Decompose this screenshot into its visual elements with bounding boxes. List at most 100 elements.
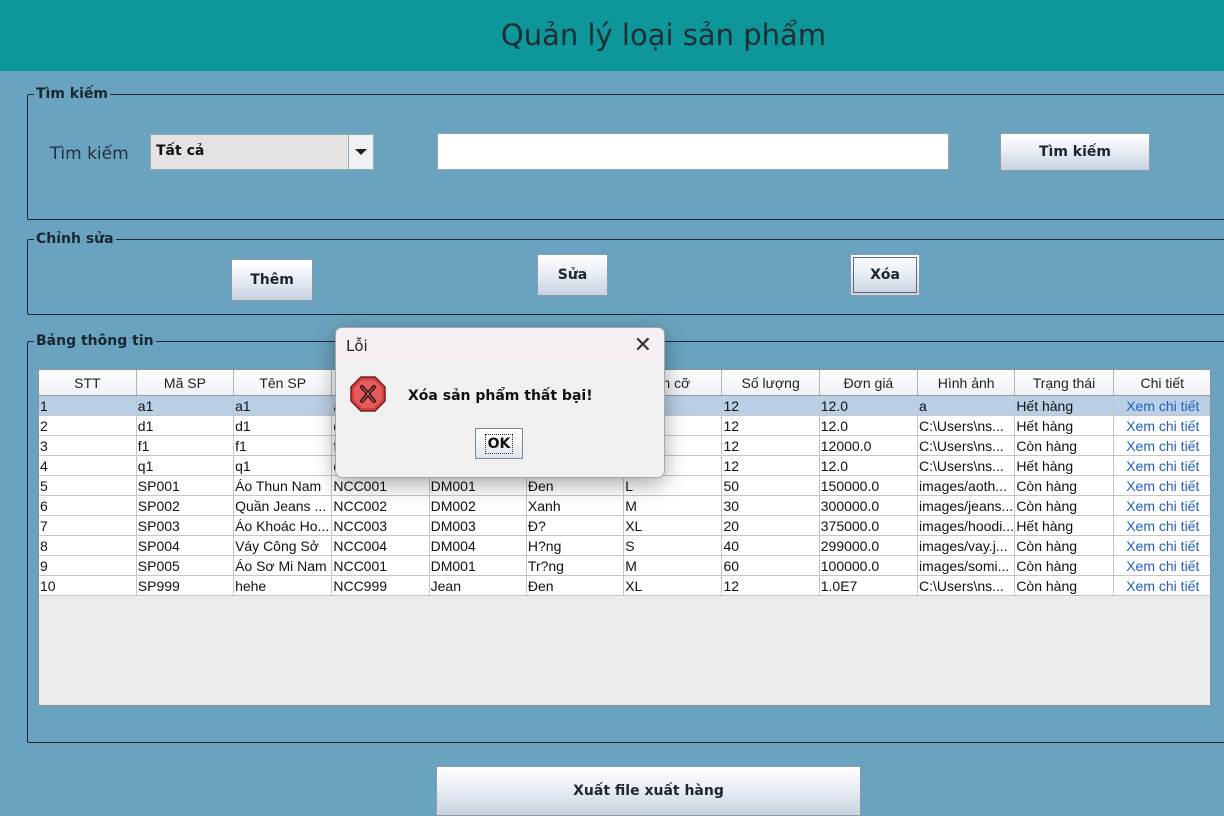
column-header[interactable]: Trạng thái	[1014, 370, 1114, 396]
table-cell: 1	[39, 395, 137, 416]
export-button[interactable]: Xuất file xuất hàng	[436, 766, 861, 816]
table-cell: 100000.0	[819, 555, 919, 576]
edit-group: Chỉnh sửa	[27, 231, 1224, 315]
view-detail-link[interactable]: Xem chi tiết	[1113, 515, 1210, 536]
column-header[interactable]: Mã SP	[136, 370, 235, 396]
table-cell: NCC999	[331, 575, 430, 596]
view-detail-link[interactable]: Xem chi tiết	[1113, 435, 1210, 456]
table-cell: 30	[721, 495, 820, 516]
table-cell: 8	[39, 535, 137, 556]
table-group-legend: Bảng thông tin	[36, 333, 154, 349]
table-cell: M	[623, 495, 723, 516]
table-cell: 12	[721, 575, 820, 596]
table-cell: 6	[39, 495, 137, 516]
add-button[interactable]: Thêm	[231, 259, 313, 301]
table-cell: 12.0	[819, 415, 919, 436]
view-detail-link[interactable]: Xem chi tiết	[1113, 495, 1210, 516]
search-button[interactable]: Tìm kiếm	[1000, 133, 1150, 171]
search-label: Tìm kiếm	[50, 144, 129, 164]
table-cell: 12	[721, 395, 820, 416]
table-cell: d1	[136, 415, 235, 436]
view-detail-link[interactable]: Xem chi tiết	[1113, 575, 1210, 596]
view-detail-link[interactable]: Xem chi tiết	[1113, 395, 1210, 416]
table-cell: 12.0	[819, 395, 919, 416]
view-detail-link[interactable]: Xem chi tiết	[1113, 475, 1210, 496]
table-cell: 2	[39, 415, 137, 436]
table-cell: d1	[233, 415, 333, 436]
table-cell: Đen	[526, 475, 625, 496]
table-cell: Còn hàng	[1014, 495, 1114, 516]
table-cell: Hết hàng	[1014, 515, 1114, 536]
table-cell: SP001	[136, 475, 235, 496]
table-cell: NCC003	[331, 515, 430, 536]
table-cell: Còn hàng	[1014, 575, 1114, 596]
view-detail-link[interactable]: Xem chi tiết	[1113, 415, 1210, 436]
table-cell: DM003	[429, 515, 527, 536]
table-cell: Áo Khoác Ho...	[233, 515, 333, 536]
table-cell: 299000.0	[819, 535, 919, 556]
view-detail-link[interactable]: Xem chi tiết	[1113, 535, 1210, 556]
error-dialog: Lỗi ✕ Xóa sản phẩm thất bại! OK	[335, 327, 665, 478]
view-detail-link[interactable]: Xem chi tiết	[1113, 455, 1210, 476]
table-row[interactable]: 9 SP005 Áo Sơ Mi Nam NCC001 DM001 Tr?ng M 60 100…	[39, 555, 1210, 576]
dialog-title: Lỗi	[346, 337, 368, 355]
dialog-message: Xóa sản phẩm thất bại!	[408, 388, 593, 404]
table-cell: f1	[136, 435, 235, 456]
ok-button[interactable]: OK	[475, 428, 523, 459]
delete-button[interactable]: Xóa	[850, 254, 920, 296]
search-input[interactable]	[437, 133, 949, 170]
column-header[interactable]: Đơn giá	[819, 370, 919, 396]
table-cell: a1	[233, 395, 333, 416]
table-cell: NCC001	[331, 475, 430, 496]
table-cell: hehe	[233, 575, 333, 596]
table-cell: C:\Users\ns...	[917, 575, 1016, 596]
table-cell: Tr?ng	[526, 555, 625, 576]
table-row[interactable]: 5 SP001 Áo Thun Nam NCC001 DM001 Đen L 50 150000…	[39, 475, 1210, 496]
table-row[interactable]: 7 SP003 Áo Khoác Ho... NCC003 DM003 Đ? XL 20 375…	[39, 515, 1210, 536]
table-cell: 60	[721, 555, 820, 576]
page-title: Quản lý loại sản phẩm	[500, 17, 827, 52]
table-cell: Hết hàng	[1014, 415, 1114, 436]
table-cell: 300000.0	[819, 495, 919, 516]
table-cell: images/hoodi...	[917, 515, 1016, 536]
search-group-legend: Tìm kiếm	[36, 86, 109, 102]
table-cell: 20	[721, 515, 820, 536]
table-cell: NCC004	[331, 535, 430, 556]
search-filter-combo[interactable]: Tất cả	[150, 134, 374, 170]
table-cell: Còn hàng	[1014, 535, 1114, 556]
column-header[interactable]: Tên SP	[233, 370, 333, 396]
table-cell: q1	[233, 455, 333, 476]
search-filter-value: Tất cả	[156, 143, 205, 159]
table-cell: SP005	[136, 555, 235, 576]
table-cell: Váy Công Sở	[233, 535, 333, 556]
table-row[interactable]: 8 SP004 Váy Công Sở NCC004 DM004 H?ng S 40 29900…	[39, 535, 1210, 556]
table-cell: images/aoth...	[917, 475, 1016, 496]
table-row[interactable]: 10 SP999 hehe NCC999 Jean Đen XL 12 1.0E7 C:\User…	[39, 575, 1210, 596]
column-header[interactable]: Chi tiết	[1113, 370, 1210, 396]
table-cell: XL	[623, 515, 723, 536]
chevron-down-icon[interactable]	[348, 135, 373, 169]
error-icon	[350, 376, 386, 416]
update-button[interactable]: Sửa	[537, 254, 608, 296]
edit-group-legend: Chỉnh sửa	[36, 231, 114, 247]
table-cell: 12	[721, 435, 820, 456]
table-cell: H?ng	[526, 535, 625, 556]
table-cell: M	[623, 555, 723, 576]
table-cell: 9	[39, 555, 137, 576]
table-cell: 50	[721, 475, 820, 496]
table-cell: a	[917, 395, 1016, 416]
table-cell: Còn hàng	[1014, 435, 1114, 456]
table-cell: DM001	[429, 555, 527, 576]
table-cell: 5	[39, 475, 137, 496]
column-header[interactable]: Số lượng	[721, 370, 820, 396]
table-cell: NCC001	[331, 555, 430, 576]
table-cell: 12	[721, 455, 820, 476]
table-cell: 12000.0	[819, 435, 919, 456]
close-icon[interactable]: ✕	[634, 333, 652, 358]
table-row[interactable]: 6 SP002 Quần Jeans ... NCC002 DM002 Xanh M 30 30…	[39, 495, 1210, 516]
table-cell: Còn hàng	[1014, 555, 1114, 576]
view-detail-link[interactable]: Xem chi tiết	[1113, 555, 1210, 576]
column-header[interactable]: Hình ảnh	[917, 370, 1016, 396]
column-header[interactable]: STT	[39, 370, 137, 396]
table-cell: Hết hàng	[1014, 455, 1114, 476]
